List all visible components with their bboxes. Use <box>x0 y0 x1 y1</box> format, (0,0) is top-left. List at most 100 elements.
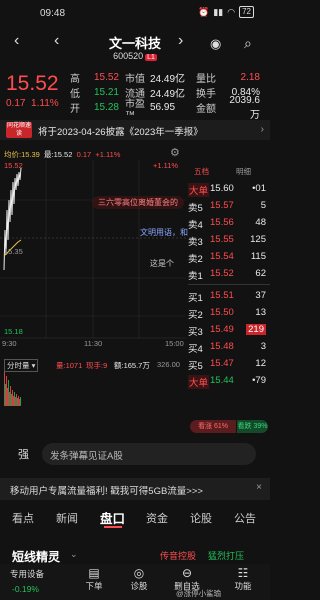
book-row[interactable]: 大单 15.44 •79 <box>188 372 270 389</box>
stat-label: 市盈™ <box>125 98 145 121</box>
book-volume: 13 <box>255 307 266 318</box>
volume-bar <box>10 386 11 406</box>
book-row[interactable]: 大单 15.60 •01 <box>188 180 270 197</box>
active-tab-indicator <box>104 526 122 528</box>
barrage-input[interactable]: 发条弹幕见证A股 <box>42 443 256 465</box>
hand-label: 现手:9 <box>86 361 108 370</box>
book-label: 卖1 <box>188 271 203 282</box>
diagnose-button[interactable]: ◎ 诊股 <box>124 566 154 592</box>
shortline-stock[interactable]: 传音控股 <box>160 549 196 562</box>
announcement-banner[interactable]: 同花顺速读 将于2023-04-26披露《2023年一季报》 › <box>0 120 270 140</box>
book-price: 15.49 <box>210 324 234 335</box>
robot-icon[interactable]: ◉ <box>210 36 221 52</box>
sector-label[interactable]: 专用设备 <box>10 568 44 580</box>
book-volume: 125 <box>250 234 266 245</box>
book-price: 15.55 <box>210 234 234 245</box>
book-volume: 219 <box>246 324 266 335</box>
book-divider <box>188 284 270 285</box>
stat-value: 2.18 <box>240 72 260 83</box>
tab-funds[interactable]: 资金 <box>146 510 168 526</box>
book-price: 15.57 <box>210 200 234 211</box>
book-volume: •01 <box>252 183 266 194</box>
volume-bar <box>19 399 20 406</box>
x-axis-end: 15:00 <box>165 339 184 348</box>
tab-kandian[interactable]: 看点 <box>12 510 34 526</box>
chart-pct: +1.11% <box>95 150 121 159</box>
y-axis-mid: 15.35 <box>4 247 23 256</box>
alarm-icon: ⏰ <box>198 6 210 17</box>
quote-row: 开 15.28 市盈™ 56.95 金额 2039.6万 <box>70 95 266 121</box>
book-row[interactable]: 卖1 15.52 62 <box>188 265 270 282</box>
current-price: 15.52 <box>6 72 59 95</box>
stat-value: 2039.6万 <box>229 94 260 121</box>
tab-announcement[interactable]: 公告 <box>234 510 256 526</box>
promo-banner[interactable]: 移动用户专属流量福利! 戳我可得5GB流量>>> × <box>0 478 270 500</box>
barrage-placeholder: 发条弹幕见证A股 <box>50 451 123 462</box>
close-icon[interactable]: × <box>256 482 262 493</box>
tab-discussion[interactable]: 论股 <box>190 510 212 526</box>
stat-value: 15.28 <box>93 102 119 113</box>
stock-code: 600520 <box>113 51 144 61</box>
chevron-down-icon[interactable]: ⌄ <box>70 549 78 560</box>
book-row[interactable]: 卖5 15.57 5 <box>188 197 270 214</box>
book-row[interactable]: 卖2 15.54 115 <box>188 248 270 265</box>
volume-label: 量:1071 <box>56 361 83 370</box>
tab-details[interactable]: 明细 <box>236 166 251 177</box>
volume-bar <box>13 396 14 406</box>
volume-bars <box>4 366 21 406</box>
tab-pankou[interactable]: 盘口 <box>100 508 125 527</box>
volume-bar <box>6 376 7 406</box>
last-price-label: 最:15.52 <box>44 150 73 159</box>
bottom-toolbar: 专用设备 -0.19% ▤ 下单 ◎ 诊股 ⊖ 删自选 ☷ 功能 @涨停小鲨瑜 <box>0 564 270 600</box>
stat-label: 低 <box>70 89 80 100</box>
book-row[interactable]: 买3 15.49 219 <box>188 321 270 338</box>
book-price: 15.60 <box>210 183 234 194</box>
volume-bar <box>9 392 10 406</box>
shortline-event: 猛烈打压 <box>208 551 245 561</box>
barrage-bar: 强 发条弹幕见证A股 <box>0 440 270 470</box>
danmaku-bubble: 三六零高位离婚董会的 <box>92 196 184 209</box>
volume-bar <box>7 388 8 406</box>
volume-bar <box>5 384 6 406</box>
diagnose-icon: ◎ <box>133 566 145 580</box>
stat-label: 换手 <box>196 89 216 100</box>
book-row[interactable]: 买1 15.51 37 <box>188 287 270 304</box>
sentiment-ratio[interactable]: 看涨 61% 看跌 39% <box>188 418 270 436</box>
level-badge: L1 <box>145 54 157 61</box>
volume-scale: 326.00 <box>157 360 180 369</box>
tab-five-levels[interactable]: 五档 <box>194 166 209 177</box>
book-price: 15.44 <box>210 375 234 386</box>
book-row[interactable]: 买5 15.47 12 <box>188 355 270 372</box>
order-button[interactable]: ▤ 下单 <box>80 566 108 592</box>
function-button[interactable]: ☷ 功能 <box>228 566 258 592</box>
book-label: 卖5 <box>188 203 203 214</box>
book-price: 15.51 <box>210 290 234 301</box>
book-label: 买1 <box>188 293 203 304</box>
indicator-select[interactable]: 分时量 ▾ <box>4 359 39 372</box>
battery-icon: 72 <box>239 6 254 18</box>
volume-bar <box>8 380 9 406</box>
y-axis-right-top: +1.11% <box>153 161 178 170</box>
status-bar: 09:48 ⏰ ▮▮ ◠ 72 <box>0 0 270 24</box>
search-icon[interactable]: ⌕ <box>244 35 252 52</box>
book-price: 15.48 <box>210 341 234 352</box>
price-change: 0.17 1.11% <box>6 98 59 109</box>
book-volume: 115 <box>250 251 266 262</box>
stat-value: 24.49亿 <box>150 89 186 100</box>
next-stock-icon[interactable]: › <box>178 32 183 50</box>
settings-gear-icon[interactable]: ⚙ <box>170 146 180 159</box>
book-row[interactable]: 卖3 15.55 125 <box>188 231 270 248</box>
book-row[interactable]: 买2 15.50 13 <box>188 304 270 321</box>
tab-news[interactable]: 新闻 <box>56 510 78 526</box>
sector-change: -0.19% <box>12 584 39 594</box>
y-axis-top: 15.52 <box>4 161 23 170</box>
bear-ratio: 看跌 39% <box>237 420 268 433</box>
y-axis-bottom: 15.18 <box>4 327 23 336</box>
chart-grid <box>0 160 186 338</box>
book-label: 卖2 <box>188 254 203 265</box>
section-title: 短线精灵 <box>12 550 61 564</box>
strong-toggle[interactable]: 强 <box>18 446 29 462</box>
book-row[interactable]: 买4 15.48 3 <box>188 338 270 355</box>
book-row[interactable]: 卖4 15.56 48 <box>188 214 270 231</box>
stat-value: 56.95 <box>150 102 176 113</box>
